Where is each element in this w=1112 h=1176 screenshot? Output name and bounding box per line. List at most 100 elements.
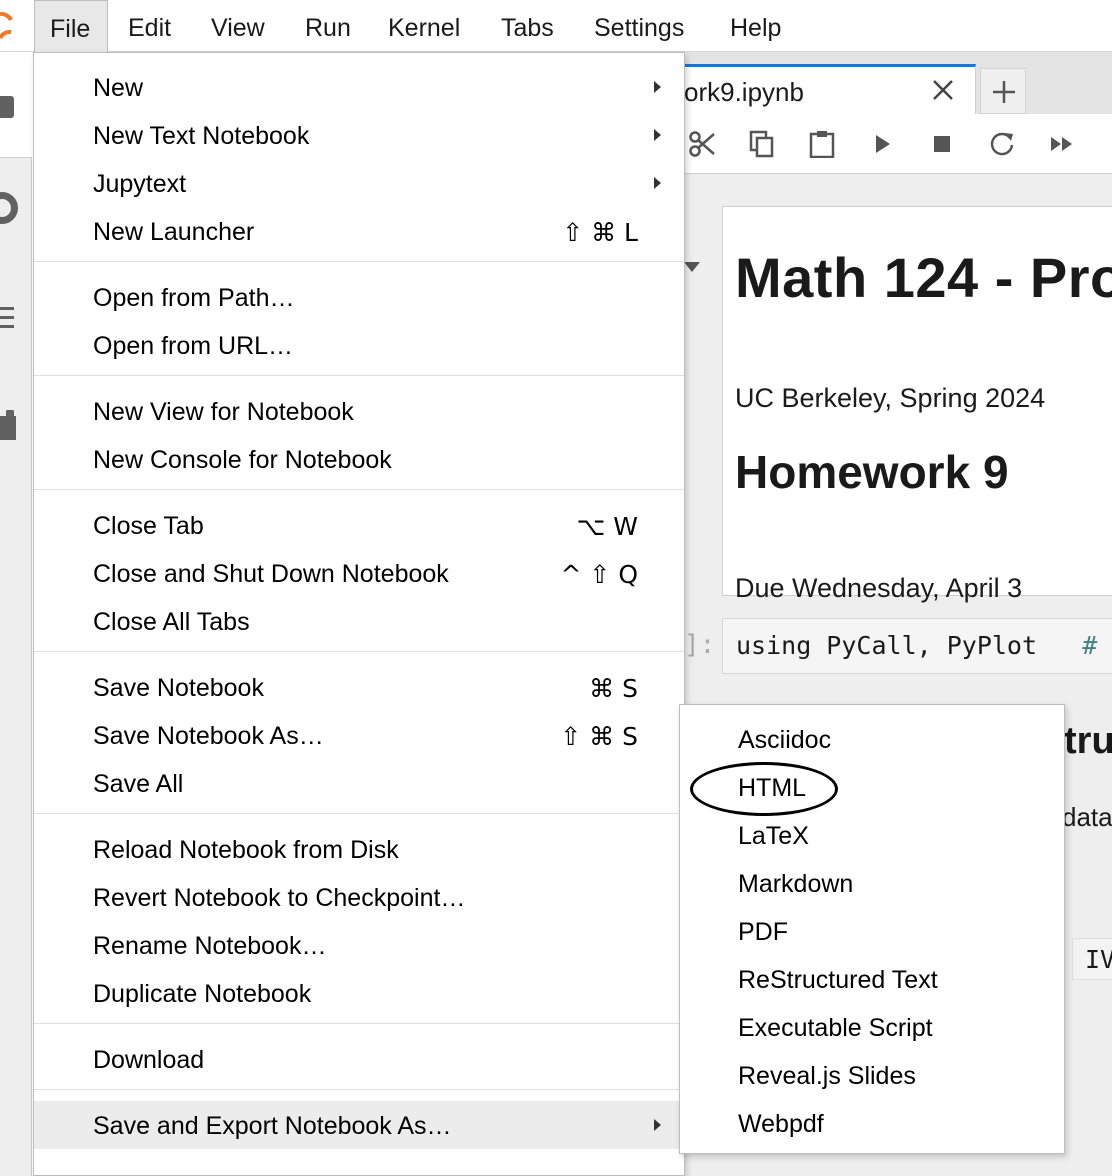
menu-run[interactable]: Run [305, 0, 351, 52]
menu-item-label: Rename Notebook… [93, 932, 327, 960]
menu-tabs[interactable]: Tabs [501, 0, 554, 52]
plus-icon [993, 81, 1015, 103]
menu-divider [34, 1023, 684, 1024]
tab-label: ork9.ipynb [684, 77, 804, 107]
extension-icon[interactable] [0, 410, 16, 442]
menu-item-reload-notebook[interactable]: Reload Notebook from Disk [34, 825, 684, 873]
menu-item-close-all-tabs[interactable]: Close All Tabs [34, 597, 684, 645]
menu-item-open-from-path[interactable]: Open from Path… [34, 273, 684, 321]
markdown-cell[interactable]: Math 124 - Pro UC Berkeley, Spring 2024 … [722, 206, 1112, 603]
submenu-item-label: Reveal.js Slides [738, 1062, 916, 1090]
menu-item-label: Close All Tabs [93, 608, 250, 636]
menu-edit[interactable]: Edit [128, 0, 171, 52]
menu-item-new-console[interactable]: New Console for Notebook [34, 435, 684, 483]
menu-item-revert-notebook[interactable]: Revert Notebook to Checkpoint… [34, 873, 684, 921]
menu-item-open-from-url[interactable]: Open from URL… [34, 321, 684, 369]
menu-item-label: Jupytext [93, 170, 187, 198]
run-icon[interactable] [868, 130, 896, 158]
menu-item-label: Reload Notebook from Disk [93, 836, 399, 864]
menu-item-label: Close and Shut Down Notebook [93, 560, 449, 588]
menu-item-save-all[interactable]: Save All [34, 759, 684, 807]
menu-item-download[interactable]: Download [34, 1035, 684, 1083]
menu-item-label: New [93, 74, 144, 102]
menu-item-close-shutdown[interactable]: Close and Shut Down Notebook ^ ⇧ Q [34, 549, 684, 597]
menu-item-new-text-notebook[interactable]: New Text Notebook [34, 111, 684, 159]
folder-icon[interactable] [0, 96, 14, 118]
code-text: using PyCall, PyPlot [736, 631, 1038, 660]
menu-item-label: Save Notebook As… [93, 722, 324, 750]
toc-icon[interactable] [0, 304, 14, 332]
fast-forward-icon[interactable] [1048, 130, 1076, 158]
menu-item-rename-notebook[interactable]: Rename Notebook… [34, 921, 684, 969]
notebook-heading: Homework 9 [735, 446, 1009, 498]
menu-item-label: New Text Notebook [93, 122, 310, 150]
menu-divider [34, 261, 684, 262]
submenu-item-label: Webpdf [738, 1110, 824, 1138]
menu-item-label: New View for Notebook [93, 398, 354, 426]
menu-item-save-notebook[interactable]: Save Notebook ⌘ S [34, 663, 684, 711]
submenu-item-label: PDF [738, 918, 788, 946]
menu-item-duplicate-notebook[interactable]: Duplicate Notebook [34, 969, 684, 1017]
export-executable-script[interactable]: Executable Script [680, 993, 1064, 1042]
stop-icon[interactable] [928, 130, 956, 158]
menu-divider [34, 1089, 684, 1090]
cell-prompt: ]: [684, 630, 716, 660]
restart-icon[interactable] [988, 130, 1016, 158]
cut-icon[interactable] [688, 130, 716, 158]
menu-item-close-tab[interactable]: Close Tab ⌥ W [34, 501, 684, 549]
chevron-right-icon [654, 129, 661, 141]
jupyter-logo-icon[interactable] [0, 10, 14, 42]
menu-settings[interactable]: Settings [594, 0, 684, 52]
partial-heading: tru [1064, 720, 1112, 762]
shortcut-label: ⌥ W [576, 512, 638, 541]
chevron-right-icon [654, 81, 661, 93]
submenu-item-label: LaTeX [738, 822, 809, 850]
menu-item-label: New Console for Notebook [93, 446, 392, 474]
submenu-item-label: Asciidoc [738, 726, 832, 754]
export-pdf[interactable]: PDF [680, 897, 1064, 946]
notebook-title: Math 124 - Pro [735, 246, 1112, 309]
menu-item-label: Download [93, 1046, 205, 1074]
export-asciidoc[interactable]: Asciidoc [680, 705, 1064, 754]
shortcut-label: ⌘ S [589, 674, 638, 703]
menu-help[interactable]: Help [730, 0, 781, 52]
add-tab-button[interactable] [980, 68, 1026, 114]
menu-item-label: Revert Notebook to Checkpoint… [93, 884, 466, 912]
menu-item-new[interactable]: New [34, 63, 684, 111]
tab-notebook[interactable]: ork9.ipynb [684, 64, 976, 116]
menu-divider [34, 489, 684, 490]
export-restructured-text[interactable]: ReStructured Text [680, 945, 1064, 994]
close-icon[interactable] [932, 79, 954, 101]
menu-file[interactable]: File [34, 0, 108, 52]
export-submenu: Asciidoc HTML LaTeX Markdown PDF ReStruc… [679, 704, 1065, 1154]
menu-item-label: Save All [93, 770, 184, 798]
menu-item-new-launcher[interactable]: New Launcher ⇧ ⌘ L [34, 207, 684, 255]
file-menu: New New Text Notebook Jupytext New Launc… [33, 52, 685, 1176]
export-markdown[interactable]: Markdown [680, 849, 1064, 898]
menu-item-jupytext[interactable]: Jupytext [34, 159, 684, 207]
shortcut-label: ⇧ ⌘ S [560, 722, 638, 751]
menu-view[interactable]: View [211, 0, 265, 52]
menubar: File Edit View Run Kernel Tabs Settings … [0, 0, 1112, 52]
notebook-subtitle: UC Berkeley, Spring 2024 [735, 383, 1046, 413]
menu-item-new-view[interactable]: New View for Notebook [34, 387, 684, 435]
menu-item-label: New Launcher [93, 218, 255, 246]
code-comment: # [1082, 631, 1098, 660]
menu-divider [34, 651, 684, 652]
shortcut-label: ^ ⇧ Q [560, 560, 638, 589]
code-cell[interactable]: using PyCall, PyPlot # [722, 618, 1112, 674]
collapse-caret-icon[interactable] [684, 262, 700, 272]
menu-kernel[interactable]: Kernel [388, 0, 460, 52]
copy-icon[interactable] [748, 130, 776, 158]
paste-icon[interactable] [808, 130, 836, 158]
menu-item-save-and-export[interactable]: Save and Export Notebook As… [34, 1101, 684, 1149]
left-sidebar [0, 52, 32, 1176]
menu-item-save-notebook-as[interactable]: Save Notebook As… ⇧ ⌘ S [34, 711, 684, 759]
menu-item-label: Save Notebook [93, 674, 264, 702]
export-webpdf[interactable]: Webpdf [680, 1089, 1064, 1138]
export-revealjs-slides[interactable]: Reveal.js Slides [680, 1041, 1064, 1090]
running-icon[interactable] [0, 192, 18, 224]
notebook-toolbar [684, 114, 1112, 174]
partial-code-cell[interactable]: IV [1072, 938, 1112, 980]
chevron-right-icon [654, 1119, 661, 1131]
